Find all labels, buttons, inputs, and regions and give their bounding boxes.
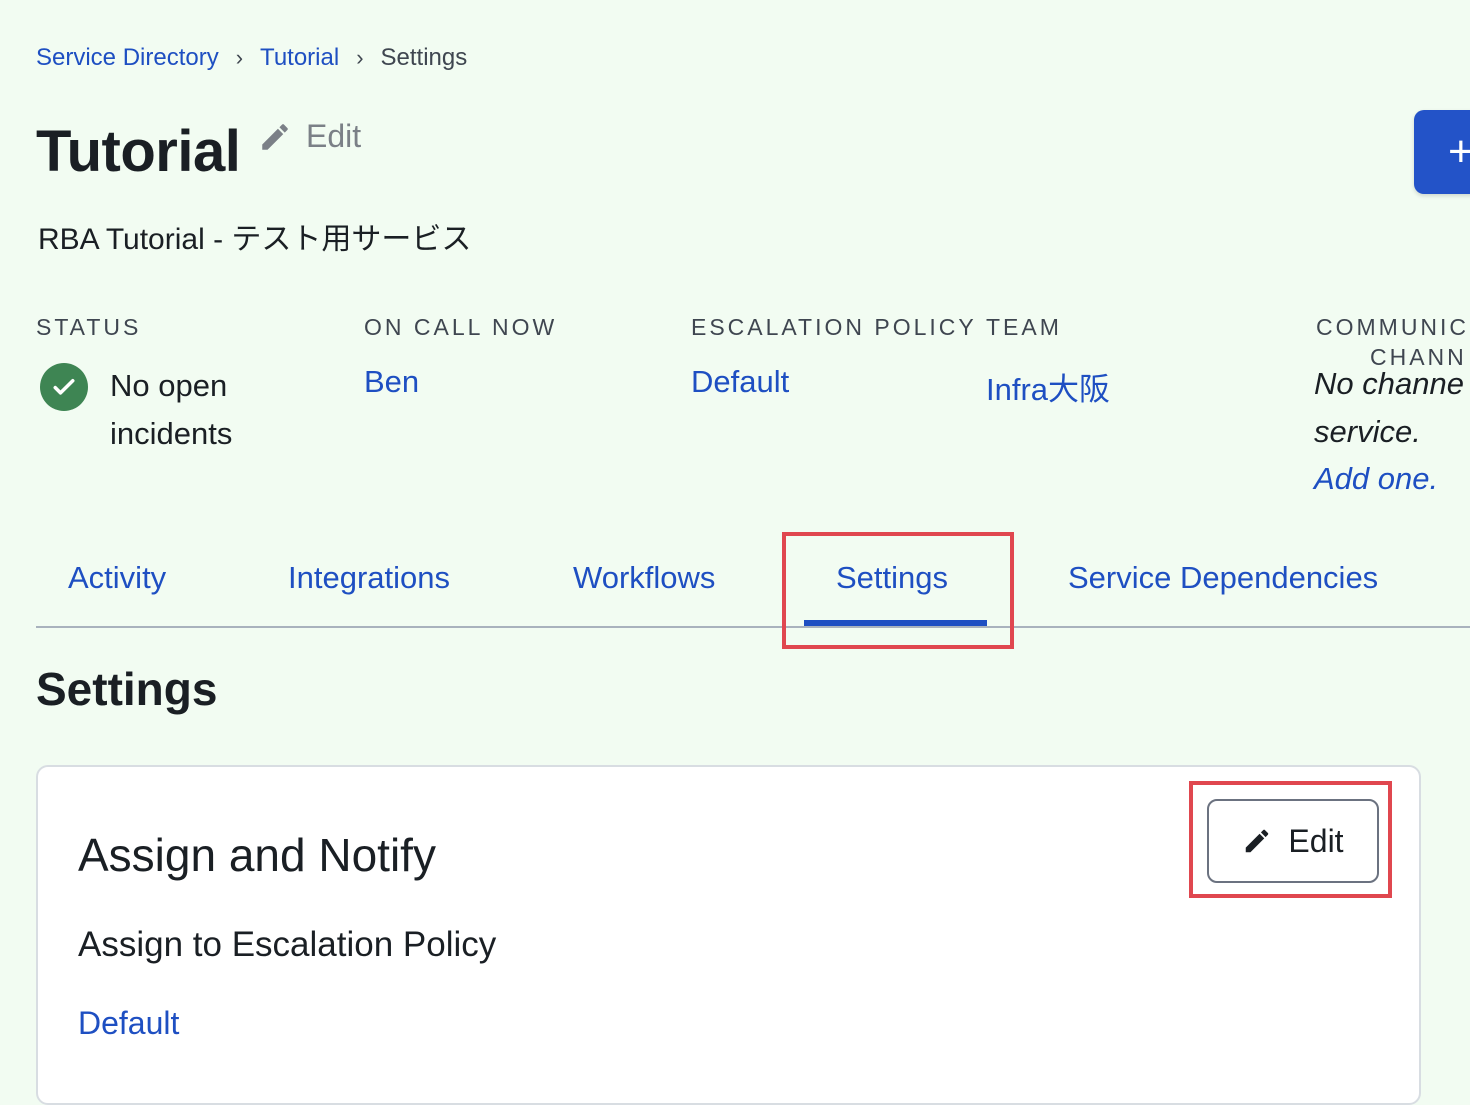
settings-heading: Settings: [36, 663, 218, 715]
breadcrumb-separator: ›: [356, 45, 364, 70]
escalation-policy-default-link[interactable]: Default: [78, 1005, 179, 1042]
service-description: RBA Tutorial - テスト用サービス: [38, 223, 472, 256]
card-title: Assign and Notify: [78, 829, 436, 881]
communication-label-line1: COMMUNIC: [1316, 314, 1470, 340]
tab-activity[interactable]: Activity: [68, 560, 166, 596]
breadcrumb-tutorial[interactable]: Tutorial: [260, 44, 339, 72]
title-edit-button[interactable]: Edit: [258, 118, 361, 155]
page-title: Tutorial: [36, 119, 241, 184]
on-call-link[interactable]: Ben: [364, 364, 419, 400]
team-link[interactable]: Infra大阪: [986, 364, 1110, 409]
breadcrumb-settings: Settings: [380, 44, 468, 71]
tab-workflows[interactable]: Workflows: [573, 560, 715, 596]
status-label: STATUS: [36, 314, 142, 340]
plus-icon: +: [1448, 127, 1470, 176]
status-value: No open incidents: [110, 368, 233, 451]
add-channel-link[interactable]: Add one.: [1314, 461, 1438, 497]
breadcrumb-service-directory[interactable]: Service Directory: [36, 44, 219, 72]
highlight-box-edit-button: [1189, 781, 1392, 898]
communication-text-line2: service.: [1314, 414, 1421, 449]
escalation-policy-link[interactable]: Default: [691, 364, 789, 400]
title-edit-label: Edit: [306, 118, 362, 154]
tabs-divider: [36, 626, 1470, 628]
breadcrumb-separator: ›: [235, 45, 244, 70]
communication-text-line1: No channe: [1314, 366, 1464, 401]
escalation-subtitle: Assign to Escalation Policy: [78, 925, 497, 964]
communication-channel-text: No channe service.: [1314, 360, 1464, 456]
escalation-policy-label: ESCALATION POLICY: [691, 314, 977, 340]
tab-integrations[interactable]: Integrations: [288, 560, 450, 596]
add-button[interactable]: +: [1414, 110, 1470, 194]
highlight-box-settings-tab: [782, 532, 1014, 649]
team-label: TEAM: [986, 314, 1062, 340]
tab-service-dependencies[interactable]: Service Dependencies: [1068, 560, 1378, 596]
breadcrumb: Service Directory › Tutorial › Settings: [36, 44, 467, 72]
check-circle-icon: [40, 363, 88, 411]
on-call-label: ON CALL NOW: [364, 314, 558, 340]
pencil-icon: [262, 123, 288, 150]
